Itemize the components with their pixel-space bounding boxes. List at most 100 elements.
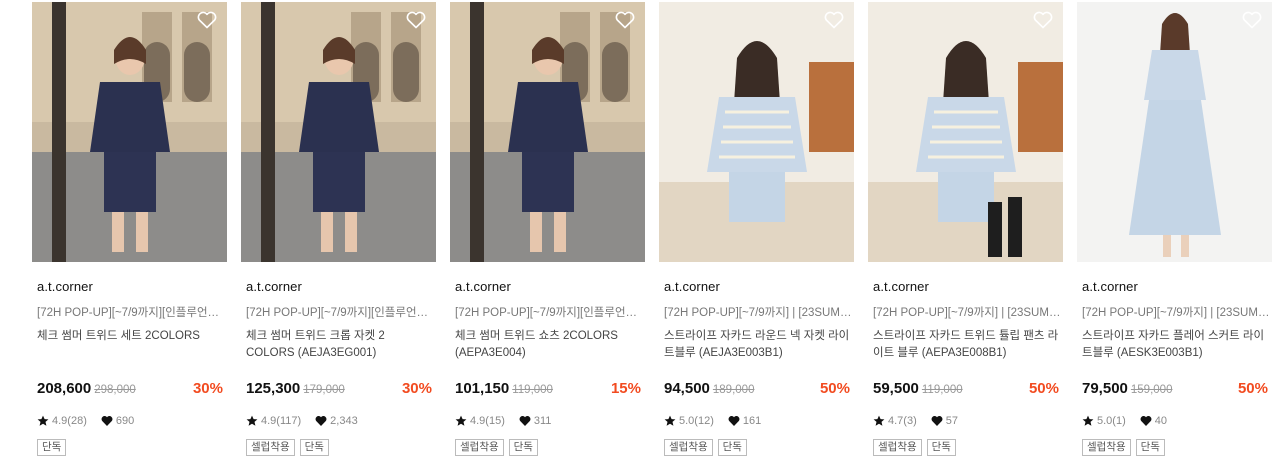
product-meta: 4.9(15) 311 <box>455 415 551 427</box>
rating-value: 4.9(28) <box>52 415 87 427</box>
heart-filled-icon <box>728 415 740 427</box>
original-price: 119,000 <box>512 384 553 396</box>
product-grid: a.t.corner [72H POP-UP][~7/9까지][인플루언서 착용… <box>32 2 1276 458</box>
wishlist-heart-icon[interactable] <box>1033 11 1053 29</box>
tag-list: 셀럽착용 단독 <box>664 439 747 456</box>
heart-filled-icon <box>931 415 943 427</box>
product-name[interactable]: 체크 썸머 트위드 세트 2COLORS <box>37 328 227 345</box>
star-icon <box>455 415 467 427</box>
likes-count: 690 <box>115 415 135 427</box>
price-value: 79,500 <box>1082 380 1128 397</box>
tag-badge: 단독 <box>926 439 956 456</box>
original-price: 179,000 <box>303 384 345 396</box>
product-name[interactable]: 체크 썸머 트위드 크롭 자켓 2 COLORS (AEJA3EG001) <box>246 328 436 362</box>
original-price: 119,000 <box>921 384 963 396</box>
brand-name[interactable]: a.t.corner <box>1082 279 1138 294</box>
discount-rate: 50% <box>819 380 850 397</box>
likes-count: 57 <box>945 415 958 427</box>
product-meta: 5.0(1) 40 <box>1082 415 1167 427</box>
product-name[interactable]: 스트라이프 자카드 라운드 넥 자켓 라이트블루 (AEJA3E003B1) <box>664 328 854 362</box>
rating-value: 4.9(15) <box>470 415 505 427</box>
tag-list: 셀럽착용 단독 <box>1082 439 1165 456</box>
brand-name[interactable]: a.t.corner <box>455 279 511 294</box>
wishlist-heart-icon[interactable] <box>197 11 217 29</box>
tag-badge: 셀럽착용 <box>246 439 295 456</box>
product-image[interactable] <box>1077 2 1272 262</box>
product-image[interactable] <box>659 2 854 262</box>
product-promo-title[interactable]: [72H POP-UP][~7/9까지] | [23SUMMER] <box>873 304 1061 320</box>
price-value: 208,600 <box>37 380 92 397</box>
brand-name[interactable]: a.t.corner <box>664 279 720 294</box>
tag-list: 셀럽착용 단독 <box>455 439 538 456</box>
tag-list: 단독 <box>37 439 67 456</box>
product-promo-title[interactable]: [72H POP-UP][~7/9까지][인플루언서 착용] <box>246 304 434 320</box>
product-name[interactable]: 스트라이프 자카드 트위드 튤립 팬츠 라이트 블루 (AEPA3E008B1) <box>873 328 1063 362</box>
heart-filled-icon <box>315 415 327 427</box>
rating-value: 5.0(12) <box>679 415 714 427</box>
discount-rate: 30% <box>192 380 223 397</box>
star-icon <box>873 415 885 427</box>
product-card[interactable]: a.t.corner [72H POP-UP][~7/9까지] | [23SUM… <box>659 2 854 458</box>
tag-badge: 셀럽착용 <box>873 439 922 456</box>
product-name[interactable]: 체크 썸머 트위드 쇼츠 2COLORS (AEPA3E004) <box>455 328 645 362</box>
product-meta: 5.0(12) 161 <box>664 415 761 427</box>
tag-badge: 셀럽착용 <box>664 439 713 456</box>
tag-badge: 셀럽착용 <box>455 439 504 456</box>
rating-value: 4.9(117) <box>261 415 302 427</box>
star-icon <box>1082 415 1094 427</box>
likes-count: 161 <box>742 415 762 427</box>
product-image[interactable] <box>868 2 1063 262</box>
discount-rate: 50% <box>1237 380 1268 397</box>
brand-name[interactable]: a.t.corner <box>37 279 93 294</box>
product-meta: 4.9(28) 690 <box>37 415 134 427</box>
product-card[interactable]: a.t.corner [72H POP-UP][~7/9까지] | [23SUM… <box>1077 2 1272 458</box>
price-value: 94,500 <box>664 380 710 397</box>
likes-count: 311 <box>533 415 552 427</box>
discount-rate: 15% <box>610 380 641 397</box>
tag-badge: 단독 <box>37 439 67 456</box>
product-image[interactable] <box>241 2 436 262</box>
product-promo-title[interactable]: [72H POP-UP][~7/9까지][인플루언서 착용] <box>37 304 225 320</box>
product-image[interactable] <box>32 2 227 262</box>
wishlist-heart-icon[interactable] <box>406 11 426 29</box>
heart-filled-icon <box>519 415 531 427</box>
price-value: 59,500 <box>873 380 919 397</box>
price-value: 101,150 <box>455 380 510 397</box>
brand-name[interactable]: a.t.corner <box>873 279 929 294</box>
tag-badge: 단독 <box>717 439 747 456</box>
star-icon <box>246 415 258 427</box>
sale-price: 94,500 189,000 <box>664 380 754 397</box>
sale-price: 59,500 119,000 <box>873 380 963 397</box>
original-price: 189,000 <box>712 384 755 396</box>
product-image[interactable] <box>450 2 645 262</box>
original-price: 298,000 <box>94 384 136 396</box>
product-name[interactable]: 스트라이프 자카드 플레어 스커트 라이트블루 (AESK3E003B1) <box>1082 328 1272 362</box>
likes-count: 40 <box>1154 415 1167 427</box>
wishlist-heart-icon[interactable] <box>824 11 844 29</box>
product-card[interactable]: a.t.corner [72H POP-UP][~7/9까지][인플루언서 착용… <box>450 2 645 458</box>
rating-value: 4.7(3) <box>888 415 917 427</box>
brand-name[interactable]: a.t.corner <box>246 279 302 294</box>
original-price: 159,000 <box>1130 384 1173 396</box>
sale-price: 208,600 298,000 <box>37 380 136 397</box>
rating-value: 5.0(1) <box>1097 415 1126 427</box>
sale-price: 125,300 179,000 <box>246 380 345 397</box>
product-card[interactable]: a.t.corner [72H POP-UP][~7/9까지][인플루언서 착용… <box>32 2 227 458</box>
product-meta: 4.7(3) 57 <box>873 415 958 427</box>
heart-filled-icon <box>101 415 113 427</box>
product-promo-title[interactable]: [72H POP-UP][~7/9까지] | [23SUMMER] <box>1082 304 1270 320</box>
sale-price: 101,150 119,000 <box>455 380 553 397</box>
likes-count: 2,343 <box>330 415 358 427</box>
wishlist-heart-icon[interactable] <box>615 11 635 29</box>
wishlist-heart-icon[interactable] <box>1242 11 1262 29</box>
tag-list: 셀럽착용 단독 <box>246 439 329 456</box>
product-meta: 4.9(117) 2,343 <box>246 415 358 427</box>
tag-badge: 단독 <box>1135 439 1165 456</box>
product-card[interactable]: a.t.corner [72H POP-UP][~7/9까지] | [23SUM… <box>868 2 1063 458</box>
product-promo-title[interactable]: [72H POP-UP][~7/9까지] | [23SUMMER] <box>664 304 852 320</box>
product-card[interactable]: a.t.corner [72H POP-UP][~7/9까지][인플루언서 착용… <box>241 2 436 458</box>
tag-badge: 셀럽착용 <box>1082 439 1131 456</box>
heart-filled-icon <box>1140 415 1152 427</box>
product-promo-title[interactable]: [72H POP-UP][~7/9까지][인플루언서 착용] <box>455 304 643 320</box>
tag-badge: 단독 <box>508 439 538 456</box>
